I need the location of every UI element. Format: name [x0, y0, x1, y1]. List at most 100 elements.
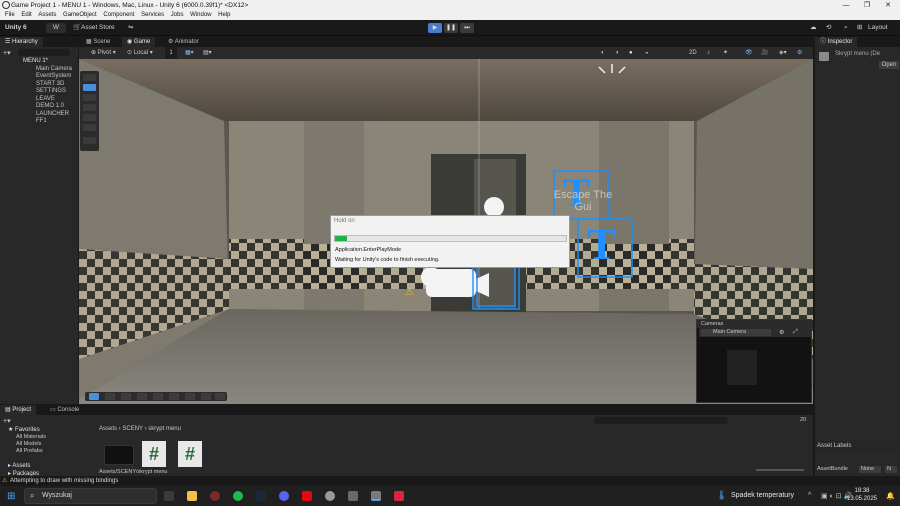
- app-icon-red[interactable]: [210, 491, 220, 501]
- tab-project[interactable]: ▤ Project: [0, 405, 37, 415]
- move-tool-button[interactable]: [83, 84, 96, 91]
- grid-toggle-icon[interactable]: [105, 393, 115, 400]
- gizmos-icon[interactable]: ◈▾: [779, 47, 787, 59]
- favorites-folder[interactable]: ★ Favorites: [8, 426, 40, 433]
- scale-tool-button[interactable]: [83, 104, 96, 111]
- transform-tool-button[interactable]: [83, 124, 96, 131]
- discord-icon[interactable]: [279, 491, 289, 501]
- variant-dropdown[interactable]: N: [885, 466, 897, 473]
- menu-window[interactable]: Window: [190, 12, 211, 18]
- sphere-icon[interactable]: [137, 393, 147, 400]
- scene-settings-icon[interactable]: ⚙: [797, 47, 802, 59]
- unity-version-button[interactable]: Unity 6: [5, 23, 27, 33]
- hierarchy-item-eventsystem[interactable]: EventSystem: [36, 73, 71, 80]
- hierarchy-item-ff1[interactable]: FF1: [36, 118, 47, 125]
- scene-root-menu1[interactable]: MENU 1*: [23, 58, 48, 65]
- clock-time[interactable]: 18:38: [852, 488, 872, 494]
- search-icon[interactable]: ⌕: [844, 23, 848, 33]
- project-search-input[interactable]: [594, 417, 728, 424]
- pause-button[interactable]: ❚❚: [444, 23, 458, 33]
- weather-text[interactable]: Spadek temperatury: [731, 492, 794, 499]
- status-message[interactable]: Attempting to draw with missing bindings: [10, 476, 118, 486]
- settings-icon[interactable]: [325, 491, 335, 501]
- cloud-icon[interactable]: ☁: [810, 23, 817, 33]
- account-button[interactable]: W: [46, 23, 66, 33]
- local-dropdown[interactable]: ⊙ Local ▾: [127, 47, 153, 59]
- maximize-button[interactable]: ❐: [857, 0, 877, 11]
- snap-toggle-icon[interactable]: [89, 393, 99, 400]
- favorite-all-materials[interactable]: All Materials: [16, 434, 46, 440]
- tab-animator[interactable]: ⚙ Animator: [163, 37, 204, 47]
- increment-icon[interactable]: [121, 393, 131, 400]
- tab-scene[interactable]: ▦ Scene: [81, 37, 115, 47]
- camera-expand-icon[interactable]: ⤢: [793, 329, 798, 336]
- mode-2d-toggle[interactable]: 2D: [689, 47, 697, 59]
- hierarchy-item-main-camera[interactable]: Main Camera: [36, 66, 72, 73]
- shading-icon[interactable]: ◑: [615, 47, 619, 59]
- step-button[interactable]: ⏭: [460, 23, 474, 33]
- snap-settings-icon[interactable]: ▤▾: [203, 47, 212, 59]
- nav-icon[interactable]: [153, 393, 163, 400]
- csharp-script-icon[interactable]: #: [142, 441, 166, 467]
- csharp-script-icon-2[interactable]: #: [178, 441, 202, 467]
- rotate-tool-button[interactable]: [83, 94, 96, 101]
- tab-inspector[interactable]: ⓘ Inspector: [815, 37, 858, 47]
- spotify-icon[interactable]: [233, 491, 243, 501]
- asset-thumbnail-image[interactable]: [104, 445, 134, 465]
- menu-assets[interactable]: Assets: [38, 12, 56, 18]
- hierarchy-search-input[interactable]: [18, 49, 70, 56]
- grid-snap-icon[interactable]: ▦▾: [185, 47, 194, 59]
- unity-hub-icon[interactable]: [348, 491, 358, 501]
- draw-mode-icon[interactable]: ◐: [601, 47, 605, 59]
- rect-tool-button[interactable]: [83, 114, 96, 121]
- camera-settings-icon[interactable]: ⚙: [779, 329, 784, 336]
- notification-icon[interactable]: 🔔: [886, 492, 895, 500]
- hierarchy-item-leave[interactable]: LEAVE: [36, 96, 55, 103]
- clock-date[interactable]: 13.05.2025: [846, 496, 878, 502]
- grid-size-field[interactable]: 1: [165, 47, 177, 59]
- camera-select-dropdown[interactable]: Main Camera: [701, 329, 771, 336]
- create-asset-button[interactable]: +▾: [3, 417, 11, 425]
- camera-settings-icon[interactable]: 🎥: [761, 47, 768, 59]
- breadcrumb-skrypt-menu[interactable]: skrypt menu: [148, 426, 181, 432]
- hand-tool-button[interactable]: [83, 74, 96, 81]
- favorite-all-models[interactable]: All Models: [16, 441, 41, 447]
- hierarchy-item-start3d[interactable]: START 3D: [36, 81, 64, 88]
- menu-file[interactable]: File: [5, 12, 15, 18]
- breadcrumb-assets[interactable]: Assets: [99, 426, 117, 432]
- pivot-dropdown[interactable]: ⊕ Pivot ▾: [91, 47, 116, 59]
- netflix-icon[interactable]: [302, 491, 312, 501]
- version-control-icon[interactable]: ⇋: [128, 23, 133, 33]
- play-button[interactable]: ▶: [428, 23, 442, 33]
- tab-hierarchy[interactable]: ☰ Hierarchy: [0, 37, 43, 47]
- tab-game[interactable]: ◉ Game: [122, 37, 156, 47]
- effects-icon[interactable]: ◒: [645, 47, 649, 59]
- menu-help[interactable]: Help: [218, 12, 230, 18]
- task-view-icon[interactable]: [164, 491, 174, 501]
- file-explorer-icon[interactable]: [187, 491, 197, 501]
- audio-icon[interactable]: ♪: [707, 47, 710, 59]
- menu-edit[interactable]: Edit: [21, 12, 31, 18]
- close-button[interactable]: ✕: [878, 0, 898, 11]
- hierarchy-item-demo[interactable]: DEMO 1.0: [36, 103, 64, 110]
- hierarchy-item-settings[interactable]: SETTINGS: [36, 88, 66, 95]
- add-object-button[interactable]: +▾: [3, 49, 11, 57]
- menu-services[interactable]: Services: [141, 12, 164, 18]
- frame-icon[interactable]: [201, 393, 211, 400]
- taskbar-search-box[interactable]: ⌕ Wyszukaj: [24, 488, 157, 504]
- hierarchy-item-launcher[interactable]: LAUNCHER: [36, 111, 69, 118]
- orbit-icon[interactable]: [215, 393, 225, 400]
- assetbundle-dropdown[interactable]: None: [859, 466, 881, 473]
- open-button[interactable]: Open: [879, 61, 899, 69]
- fx-icon[interactable]: ✦: [723, 47, 728, 59]
- custom-tool-button[interactable]: [83, 137, 96, 144]
- steam-icon[interactable]: [256, 491, 266, 501]
- layout-dropdown[interactable]: Layout: [868, 23, 888, 33]
- lighting-toggle[interactable]: ●: [629, 47, 633, 59]
- menu-gameobject[interactable]: GameObject: [63, 12, 97, 18]
- breadcrumb-sceny[interactable]: SCENY: [122, 426, 143, 432]
- app-icon-pdf[interactable]: [394, 491, 404, 501]
- minimize-button[interactable]: —: [836, 0, 856, 11]
- history-icon[interactable]: ⟲: [826, 23, 831, 33]
- thumbnail-size-slider[interactable]: [756, 469, 804, 471]
